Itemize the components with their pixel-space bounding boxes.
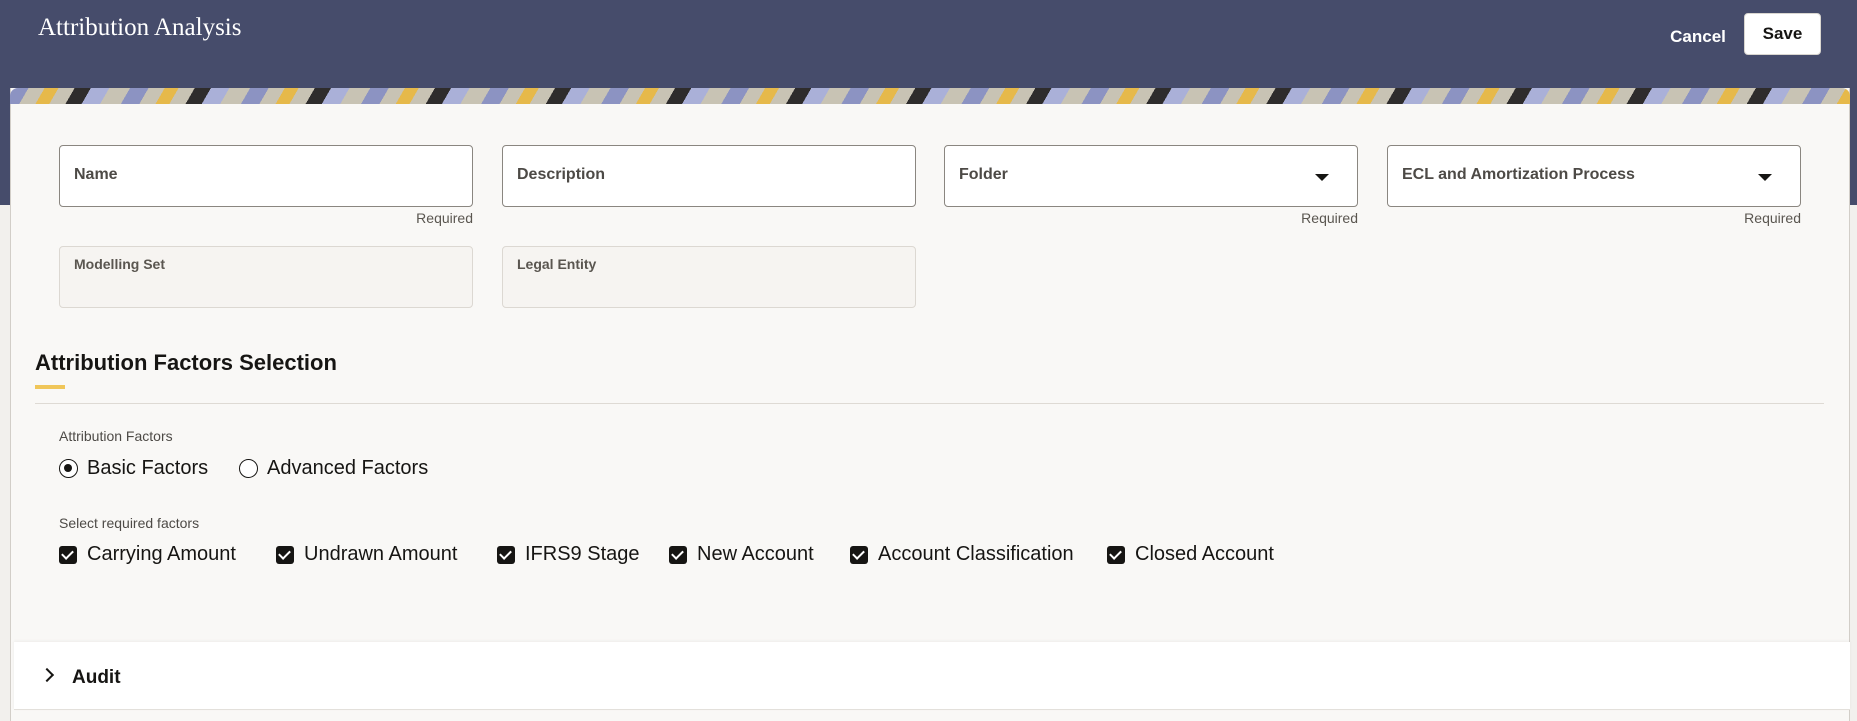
- cancel-button[interactable]: Cancel: [1660, 22, 1736, 52]
- checkbox-label: Closed Account: [1135, 543, 1274, 565]
- checkbox-checked-icon: [850, 545, 868, 564]
- checkbox-checked-icon: [59, 545, 77, 564]
- checkbox-checked-icon: [276, 545, 294, 564]
- radio-advanced-factors-label: Advanced Factors: [267, 457, 429, 479]
- modelling-set-field: Modelling Set: [59, 246, 473, 308]
- radio-unselected-icon: [239, 459, 258, 478]
- section-accent-bar: [35, 385, 65, 389]
- checkbox-label: New Account: [697, 543, 814, 565]
- folder-select-label: Folder: [959, 166, 1008, 183]
- name-required-text: Required: [416, 210, 473, 226]
- process-select[interactable]: ECL and Amortization Process: [1387, 145, 1801, 207]
- required-factors-label: Select required factors: [59, 515, 200, 531]
- legal-entity-label: Legal Entity: [517, 256, 597, 272]
- radio-advanced-factors[interactable]: Advanced Factors: [239, 457, 428, 480]
- audit-section-header[interactable]: Audit: [14, 642, 1850, 710]
- checkbox-closed-account[interactable]: Closed Account: [1107, 543, 1274, 566]
- attribution-factors-label: Attribution Factors: [59, 428, 173, 444]
- checkbox-undrawn-amount[interactable]: Undrawn Amount: [276, 543, 457, 566]
- checkbox-checked-icon: [669, 545, 687, 564]
- decorative-banner: [10, 88, 1850, 104]
- page-title: Attribution Analysis: [38, 14, 242, 41]
- checkbox-checked-icon: [1107, 545, 1125, 564]
- radio-selected-icon: [59, 459, 78, 478]
- section-title: Attribution Factors Selection: [35, 350, 337, 375]
- checkbox-account-classification[interactable]: Account Classification: [850, 543, 1074, 566]
- checkbox-label: Undrawn Amount: [304, 543, 458, 565]
- checkbox-label: Carrying Amount: [87, 543, 236, 565]
- description-field-label: Description: [517, 166, 606, 183]
- audit-label: Audit: [72, 667, 121, 688]
- checkbox-carrying-amount[interactable]: Carrying Amount: [59, 543, 236, 566]
- checkbox-new-account[interactable]: New Account: [669, 543, 814, 566]
- process-required-text: Required: [1744, 210, 1801, 226]
- name-field-label: Name: [74, 166, 118, 183]
- section-divider: [35, 403, 1824, 404]
- folder-required-text: Required: [1301, 210, 1358, 226]
- legal-entity-field: Legal Entity: [502, 246, 916, 308]
- chevron-down-icon: [1758, 174, 1772, 181]
- checkbox-checked-icon: [497, 545, 515, 564]
- radio-basic-factors-label: Basic Factors: [87, 457, 209, 479]
- radio-basic-factors[interactable]: Basic Factors: [59, 457, 208, 480]
- checkbox-label: Account Classification: [878, 543, 1074, 565]
- checkbox-ifrs9-stage[interactable]: IFRS9 Stage: [497, 543, 640, 566]
- name-field[interactable]: Name: [59, 145, 473, 207]
- checkbox-label: IFRS9 Stage: [525, 543, 640, 565]
- description-field[interactable]: Description: [502, 145, 916, 207]
- chevron-right-icon: [39, 667, 55, 683]
- chevron-down-icon: [1315, 174, 1329, 181]
- save-button[interactable]: Save: [1744, 13, 1821, 55]
- modelling-set-label: Modelling Set: [74, 256, 165, 272]
- process-select-label: ECL and Amortization Process: [1402, 166, 1635, 183]
- folder-select[interactable]: Folder: [944, 145, 1358, 207]
